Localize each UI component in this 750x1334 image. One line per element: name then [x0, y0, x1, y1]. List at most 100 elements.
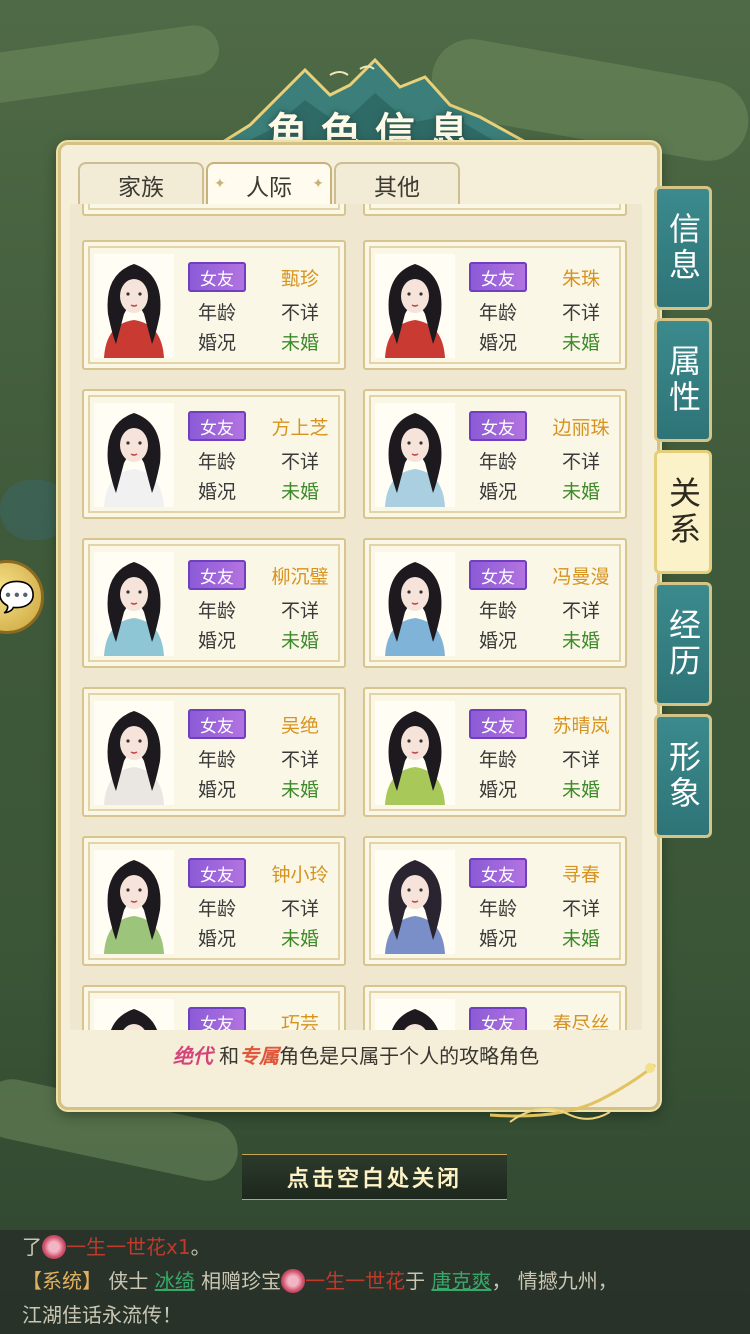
sidetab-history[interactable]: 经历	[654, 582, 712, 706]
tab-label: 人际	[246, 175, 292, 201]
character-name: 边丽珠	[552, 416, 610, 439]
sparkle-icon: ✦	[214, 176, 226, 192]
character-card[interactable]: 女友 钟小玲 年龄 不详 婚况 未婚	[82, 836, 346, 966]
age-value: 不详	[561, 749, 600, 771]
relation-badge: 女友	[469, 1007, 527, 1030]
age-label: 年龄	[478, 451, 517, 473]
relation-badge: 女友	[188, 262, 246, 292]
marriage-label: 婚况	[478, 779, 517, 801]
sidetab-label: 属性	[664, 344, 702, 416]
character-portrait	[94, 403, 174, 507]
player-link[interactable]: 唐克爽	[431, 1269, 491, 1293]
tab-social[interactable]: ✦ 人际 ✦	[206, 162, 332, 206]
age-value: 不详	[280, 600, 319, 622]
character-card[interactable]: 女友 冯曼漫 年龄 不详 婚况 未婚	[363, 538, 627, 668]
marriage-value: 未婚	[280, 630, 319, 652]
character-name: 甄珍	[280, 267, 319, 290]
tab-family[interactable]: 家族	[78, 162, 204, 206]
character-portrait	[94, 999, 174, 1030]
sidetab-label: 形象	[664, 740, 702, 812]
marriage-value: 未婚	[280, 332, 319, 354]
sidetab-label: 信息	[664, 212, 702, 284]
system-tag: 【系统】	[22, 1269, 102, 1293]
character-portrait	[94, 552, 174, 656]
marriage-label: 婚况	[478, 630, 517, 652]
character-card[interactable]: 女友 吴绝 年龄 不详 婚况 未婚	[82, 687, 346, 817]
character-portrait	[375, 254, 455, 358]
relationship-list[interactable]: 女友 甄珍 年龄 不详 婚况 未婚 女友 朱珠 年龄 不详 婚况 未婚 女友 方…	[70, 204, 642, 1030]
marriage-value: 未婚	[561, 332, 600, 354]
chat-line: 江湖佳话永流传！	[22, 1303, 182, 1327]
sidetab-relations[interactable]: 关系	[654, 450, 712, 574]
character-name: 春尽丝	[552, 1012, 610, 1031]
character-card[interactable]: 女友 巧芸 年龄 不详 婚况 未婚	[82, 985, 346, 1030]
close-hint-button[interactable]: 点击空白处关闭	[242, 1154, 507, 1200]
character-card[interactable]: 女友 朱珠 年龄 不详 婚况 未婚	[363, 240, 627, 370]
chat-item: 一生一世花	[305, 1269, 406, 1293]
relation-badge: 女友	[188, 709, 246, 739]
chat-text: 了	[22, 1235, 42, 1259]
character-card[interactable]	[363, 204, 627, 216]
character-portrait	[375, 701, 455, 805]
character-card[interactable]: 女友 方上芝 年龄 不详 婚况 未婚	[82, 389, 346, 519]
relation-badge: 女友	[188, 411, 246, 441]
character-portrait	[375, 999, 455, 1030]
marriage-value: 未婚	[561, 481, 600, 503]
character-name: 寻春	[561, 863, 600, 886]
age-value: 不详	[561, 600, 600, 622]
relation-badge: 女友	[188, 1007, 246, 1030]
marriage-label: 婚况	[478, 481, 517, 503]
flower-icon	[281, 1269, 306, 1293]
age-label: 年龄	[197, 749, 236, 771]
chat-bubble-icon[interactable]: 💬	[0, 560, 44, 634]
sidetab-appearance[interactable]: 形象	[654, 714, 712, 838]
age-label: 年龄	[197, 898, 236, 920]
sidetab-label: 经历	[664, 608, 702, 680]
character-card[interactable]: 女友 寻春 年龄 不详 婚况 未婚	[363, 836, 627, 966]
character-name: 冯曼漫	[552, 565, 610, 588]
marriage-value: 未婚	[280, 779, 319, 801]
age-label: 年龄	[478, 302, 517, 324]
relation-badge: 女友	[188, 560, 246, 590]
character-card[interactable]: 女友 柳沉璧 年龄 不详 婚况 未婚	[82, 538, 346, 668]
tab-label: 其他	[374, 175, 420, 201]
tab-label: 家族	[118, 175, 164, 201]
character-card[interactable]: 女友 春尽丝 年龄 不详 婚况 未婚	[363, 985, 627, 1030]
marriage-value: 未婚	[561, 928, 600, 950]
marriage-value: 未婚	[561, 779, 600, 801]
character-portrait	[375, 403, 455, 507]
age-label: 年龄	[197, 451, 236, 473]
character-portrait	[375, 850, 455, 954]
age-label: 年龄	[197, 302, 236, 324]
relation-badge: 女友	[188, 858, 246, 888]
note-and: 和	[219, 1044, 240, 1068]
sidetab-attributes[interactable]: 属性	[654, 318, 712, 442]
age-value: 不详	[561, 302, 600, 324]
tab-other[interactable]: 其他	[334, 162, 460, 206]
age-value: 不详	[561, 451, 600, 473]
relation-badge: 女友	[469, 411, 527, 441]
player-link[interactable]: 冰绮	[155, 1269, 195, 1293]
age-value: 不详	[561, 898, 600, 920]
flower-icon	[42, 1235, 66, 1259]
character-card[interactable]: 女友 边丽珠 年龄 不详 婚况 未婚	[363, 389, 627, 519]
speech-icon: 💬	[0, 579, 36, 615]
chat-text: ， 情撼九州，	[491, 1269, 618, 1293]
character-card[interactable]	[82, 204, 346, 216]
age-value: 不详	[280, 898, 319, 920]
relation-badge: 女友	[469, 560, 527, 590]
marriage-label: 婚况	[478, 332, 517, 354]
character-card[interactable]: 女友 苏晴岚 年龄 不详 婚况 未婚	[363, 687, 627, 817]
character-card[interactable]: 女友 甄珍 年龄 不详 婚况 未婚	[82, 240, 346, 370]
age-label: 年龄	[197, 600, 236, 622]
character-name: 朱珠	[561, 267, 600, 290]
age-label: 年龄	[478, 898, 517, 920]
marriage-label: 婚况	[478, 928, 517, 950]
relation-badge: 女友	[469, 709, 527, 739]
tier-zhuanshu: 专属	[239, 1044, 280, 1068]
sidetab-info[interactable]: 信息	[654, 186, 712, 310]
chat-line: 了一生一世花x1。	[22, 1230, 750, 1264]
chat-text: 。	[190, 1235, 211, 1259]
marriage-label: 婚况	[197, 779, 236, 801]
map-road	[0, 22, 223, 108]
